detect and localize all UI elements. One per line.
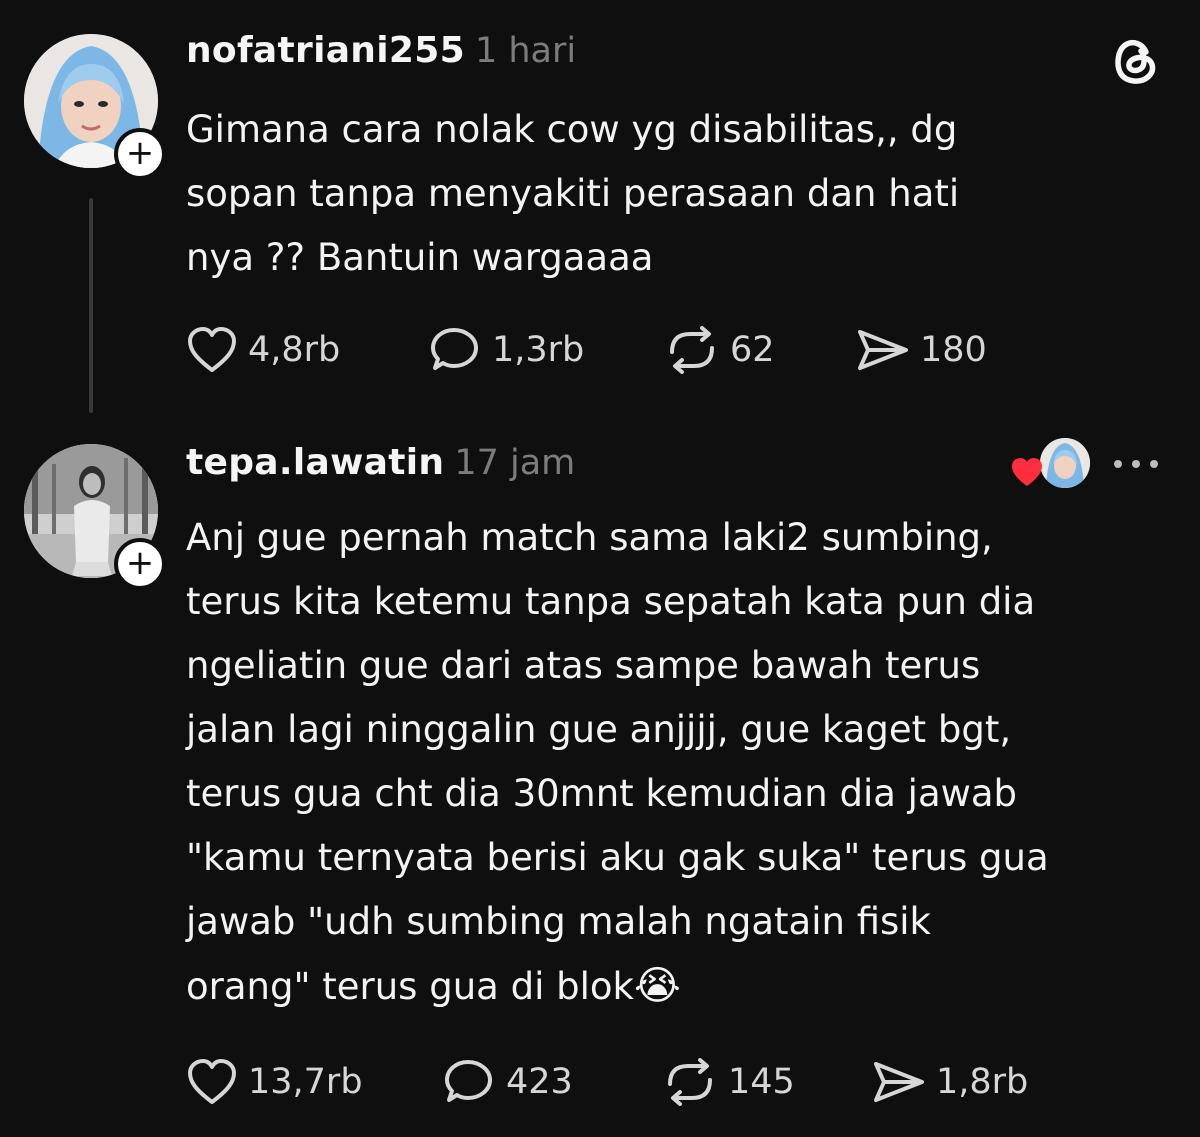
share-count: 180	[920, 330, 987, 370]
post-text: Anj gue pernah match sama laki2 sumbing,…	[186, 506, 1176, 1019]
share-icon	[858, 330, 908, 370]
like-button[interactable]: 13,7rb	[186, 1058, 363, 1106]
thread-connector	[89, 198, 93, 413]
post-header: nofatriani255 1 hari	[186, 30, 576, 71]
post-text-content: Anj gue pernah match sama laki2 sumbing,…	[186, 516, 1049, 1008]
post-header: tepa.lawatin 17 jam	[186, 442, 575, 483]
follow-button[interactable]: +	[114, 538, 166, 590]
timestamp: 17 jam	[454, 443, 576, 483]
share-icon	[874, 1062, 924, 1102]
share-button[interactable]: 180	[856, 326, 987, 374]
comment-icon	[445, 1060, 492, 1102]
follow-button[interactable]: +	[114, 128, 166, 180]
post-text: Gimana cara nolak cow yg disabilitas,, d…	[186, 108, 960, 279]
username[interactable]: nofatriani255	[186, 30, 465, 71]
repost-count: 145	[728, 1062, 795, 1102]
timestamp: 1 hari	[474, 31, 577, 71]
like-count: 13,7rb	[248, 1062, 363, 1102]
like-count: 4,8rb	[248, 330, 341, 370]
heart-icon	[188, 1059, 236, 1104]
repost-icon	[668, 1058, 712, 1106]
more-options-icon[interactable]	[1110, 456, 1162, 470]
reply-button[interactable]: 423	[444, 1058, 573, 1106]
share-button[interactable]: 1,8rb	[872, 1058, 1028, 1106]
share-count: 1,8rb	[936, 1062, 1029, 1102]
heart-filled-icon	[1012, 458, 1042, 486]
like-button[interactable]: 4,8rb	[186, 326, 340, 374]
repost-icon	[670, 326, 714, 374]
threads-logo-icon[interactable]	[1108, 34, 1162, 88]
repost-count: 62	[730, 330, 775, 370]
author-liked-indicator	[1010, 436, 1090, 492]
repost-button[interactable]: 145	[662, 1058, 795, 1106]
reply-count: 423	[506, 1062, 573, 1102]
repost-button[interactable]: 62	[664, 326, 775, 374]
heart-icon	[188, 327, 236, 372]
comment-icon	[431, 328, 478, 370]
username[interactable]: tepa.lawatin	[186, 442, 444, 483]
reply-count: 1,3rb	[492, 330, 585, 370]
author-avatar	[1040, 438, 1090, 488]
crying-emoji: 😭	[633, 963, 681, 1009]
reply-button[interactable]: 1,3rb	[430, 326, 584, 374]
